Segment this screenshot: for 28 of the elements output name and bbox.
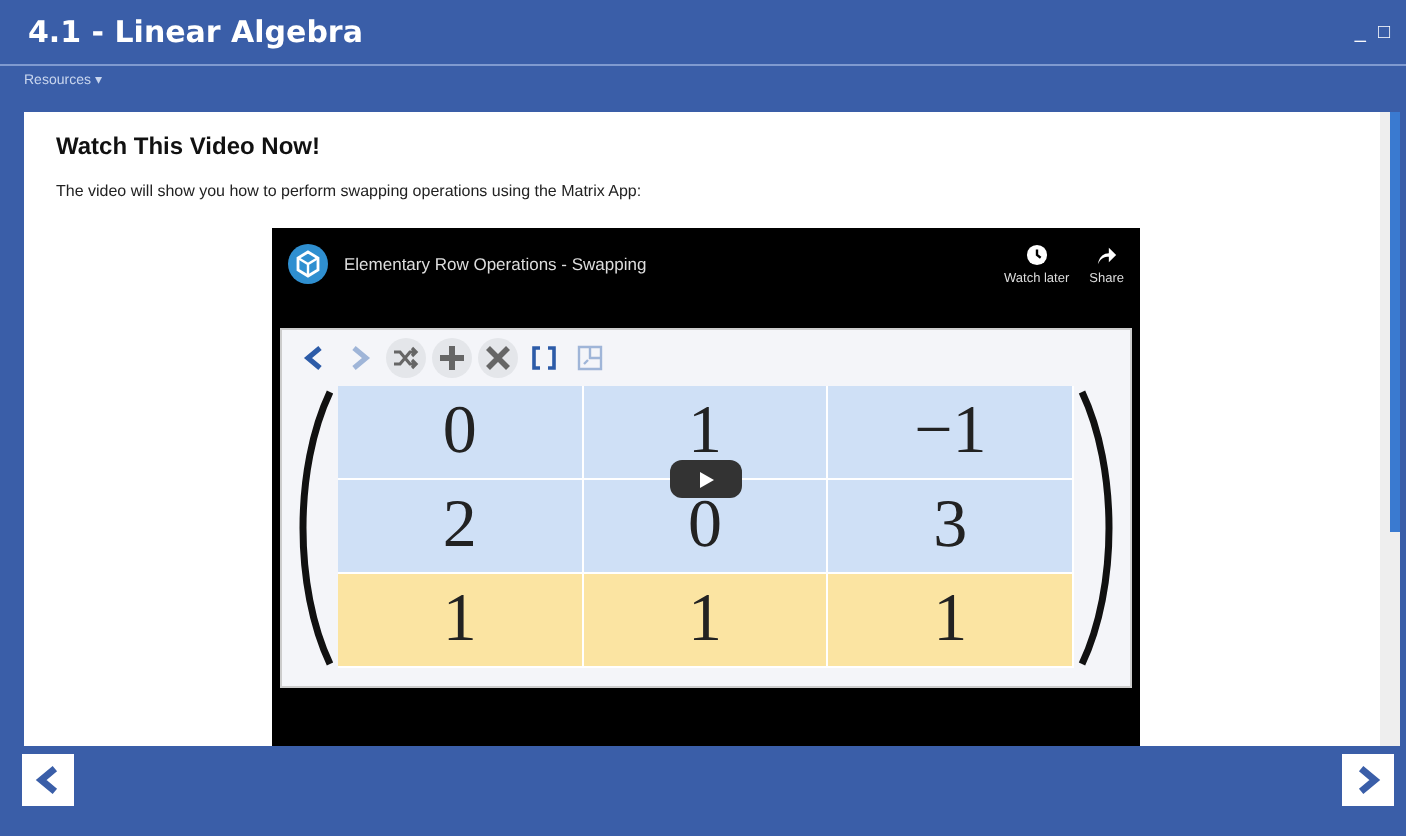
matrix-row[interactable]: 1 1 1 <box>338 574 1074 668</box>
next-button[interactable] <box>1342 754 1394 806</box>
play-icon <box>696 469 716 489</box>
matrix-cell: 1 <box>828 574 1074 668</box>
play-button[interactable] <box>670 460 742 498</box>
brackets-icon <box>530 344 558 372</box>
scrollbar[interactable] <box>1380 112 1400 746</box>
toolbar-button[interactable] <box>478 338 518 378</box>
shuffle-icon <box>392 344 420 372</box>
share-arrow-icon <box>1095 244 1118 266</box>
intro-text: The video will show you how to perform swapping operations using the Matrix App: <box>56 182 644 200</box>
window-control[interactable]: _ <box>1350 21 1370 43</box>
matrix-row[interactable]: 2 0 3 <box>338 480 1074 574</box>
matrix-row[interactable]: 0 1 −1 <box>338 386 1074 480</box>
cross-icon <box>484 344 512 372</box>
video-title: Elementary Row Operations - Swapping <box>344 254 649 274</box>
plus-icon <box>438 344 466 372</box>
window-control[interactable]: □ <box>1373 21 1394 43</box>
clock-icon <box>1025 244 1048 266</box>
previous-button[interactable] <box>22 754 74 806</box>
window-title: 4.1 - Linear Algebra <box>28 14 363 50</box>
heading: Watch This Video Now! <box>56 132 323 160</box>
resize-icon <box>576 344 604 372</box>
cube-logo-icon <box>288 244 328 284</box>
toolbar-button[interactable] <box>432 338 472 378</box>
matrix-cell: 1 <box>338 574 584 668</box>
matrix-cell: 1 <box>583 574 829 668</box>
toolbar-button[interactable] <box>386 338 426 378</box>
